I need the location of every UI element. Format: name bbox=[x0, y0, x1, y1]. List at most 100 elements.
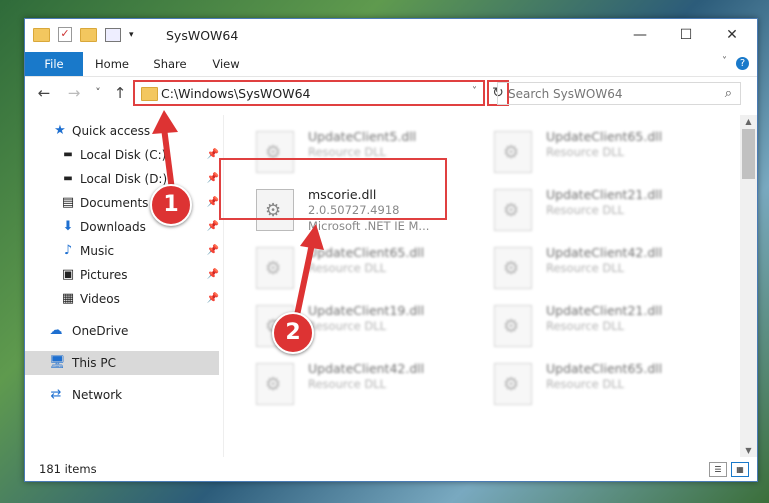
sidebar-item-label: Pictures bbox=[80, 268, 128, 282]
sidebar-item-videos[interactable]: ▦ Videos 📌 bbox=[25, 287, 219, 311]
sidebar-item-label: Downloads bbox=[80, 220, 146, 234]
videos-icon: ▦ bbox=[61, 291, 75, 306]
search-icon[interactable]: ⌕ bbox=[725, 86, 732, 101]
close-button[interactable]: ✕ bbox=[709, 19, 755, 52]
sidebar-item-local-disk-d[interactable]: ▬ Local Disk (D:) 📌 bbox=[25, 167, 219, 191]
dll-file-icon bbox=[494, 247, 532, 289]
search-input[interactable] bbox=[506, 86, 710, 102]
sidebar-item-quick-access[interactable]: ★ Quick access bbox=[25, 119, 219, 143]
vertical-scrollbar[interactable]: ▲ ▼ bbox=[740, 115, 757, 457]
pictures-icon: ▣ bbox=[61, 267, 75, 282]
expand-ribbon-icon[interactable]: ˅ bbox=[722, 56, 727, 67]
quick-access-toolbar: ✓ ▾ bbox=[33, 27, 134, 42]
scroll-up-icon[interactable]: ▲ bbox=[740, 117, 757, 126]
file-type: Resource DLL bbox=[546, 261, 625, 275]
sidebar-item-onedrive[interactable]: ☁ OneDrive bbox=[25, 319, 219, 343]
tab-file[interactable]: File bbox=[25, 52, 83, 76]
sidebar-item-label: Local Disk (C:) bbox=[80, 148, 167, 162]
network-icon: ⇄ bbox=[50, 387, 62, 402]
dll-file-icon bbox=[494, 305, 532, 347]
sidebar-item-local-disk-c[interactable]: ▬ Local Disk (C:) 📌 bbox=[25, 143, 219, 167]
tab-share[interactable]: Share bbox=[145, 52, 195, 76]
file-type: Resource DLL bbox=[546, 377, 625, 391]
window-title: SysWOW64 bbox=[166, 28, 239, 43]
sidebar-item-this-pc[interactable]: 🖥 This PC bbox=[25, 351, 219, 375]
recent-locations-button[interactable]: ˅ bbox=[89, 86, 107, 99]
ribbon-tabs: File Home Share View ˅ ? bbox=[25, 52, 757, 77]
status-bar: 181 items ☰ ▦ bbox=[25, 457, 757, 481]
music-icon: ♪ bbox=[63, 243, 73, 258]
new-folder-icon[interactable] bbox=[80, 27, 97, 42]
navigation-bar: ← → ˅ ↑ C:\Windows\SysWOW64 ˅ ↻ ⌕ bbox=[25, 77, 757, 111]
file-name: UpdateClient65.dll bbox=[308, 245, 425, 260]
scroll-thumb[interactable] bbox=[742, 129, 755, 179]
file-item[interactable]: UpdateClient21.dll Resource DLL bbox=[482, 181, 702, 237]
address-path[interactable]: C:\Windows\SysWOW64 bbox=[161, 86, 310, 101]
file-name: UpdateClient42.dll bbox=[308, 361, 425, 376]
sidebar-item-label: Videos bbox=[80, 292, 120, 306]
minimize-button[interactable]: — bbox=[617, 19, 663, 52]
folder-icon bbox=[33, 27, 50, 42]
pin-icon: 📌 bbox=[206, 197, 219, 208]
file-type: Resource DLL bbox=[546, 203, 625, 217]
file-name: UpdateClient21.dll bbox=[546, 187, 663, 202]
file-item[interactable]: UpdateClient65.dll Resource DLL bbox=[244, 239, 464, 295]
file-name: UpdateClient65.dll bbox=[546, 361, 663, 376]
file-name: UpdateClient19.dll bbox=[308, 303, 425, 318]
drive-icon: ▬ bbox=[63, 149, 73, 160]
scroll-down-icon[interactable]: ▼ bbox=[740, 446, 757, 455]
address-dropdown-icon[interactable]: ˅ bbox=[472, 86, 477, 97]
sidebar-item-downloads[interactable]: ⬇ Downloads 📌 bbox=[25, 215, 219, 239]
file-item[interactable]: UpdateClient65.dll Resource DLL bbox=[482, 355, 702, 411]
tiles-view-icon[interactable]: ▦ bbox=[731, 462, 749, 477]
sidebar-item-pictures[interactable]: ▣ Pictures 📌 bbox=[25, 263, 219, 287]
sidebar-item-music[interactable]: ♪ Music 📌 bbox=[25, 239, 219, 263]
sidebar-item-label: Network bbox=[72, 388, 123, 402]
sidebar-item-label: Quick access bbox=[72, 124, 151, 138]
dll-file-icon bbox=[494, 189, 532, 231]
sidebar-item-label: OneDrive bbox=[72, 324, 129, 338]
file-item[interactable]: UpdateClient65.dll Resource DLL bbox=[482, 123, 702, 179]
dll-file-icon bbox=[494, 363, 532, 405]
forward-button[interactable]: → bbox=[65, 84, 83, 102]
file-type: Resource DLL bbox=[546, 319, 625, 333]
maximize-button[interactable]: ☐ bbox=[663, 19, 709, 52]
help-icon[interactable]: ? bbox=[736, 57, 749, 70]
file-name: UpdateClient21.dll bbox=[546, 303, 663, 318]
file-item[interactable]: UpdateClient42.dll Resource DLL bbox=[244, 355, 464, 411]
file-item[interactable]: UpdateClient21.dll Resource DLL bbox=[482, 297, 702, 353]
file-description: Microsoft .NET IE M... bbox=[308, 219, 430, 233]
back-button[interactable]: ← bbox=[35, 84, 53, 102]
sidebar-item-label: This PC bbox=[72, 356, 116, 370]
step-marker-1: 1 bbox=[150, 184, 192, 226]
customize-toolbar-icon[interactable]: ▾ bbox=[129, 30, 134, 40]
sidebar-item-network[interactable]: ⇄ Network bbox=[25, 383, 219, 407]
download-icon: ⬇ bbox=[62, 219, 74, 234]
pin-icon: 📌 bbox=[206, 245, 219, 256]
selected-file-highlight bbox=[219, 158, 447, 220]
file-type: Resource DLL bbox=[308, 261, 387, 275]
tab-home[interactable]: Home bbox=[87, 52, 137, 76]
folder-icon bbox=[141, 87, 158, 101]
dll-file-icon bbox=[494, 131, 532, 173]
file-type: Resource DLL bbox=[546, 145, 625, 159]
file-item[interactable]: UpdateClient42.dll Resource DLL bbox=[482, 239, 702, 295]
item-count: 181 items bbox=[39, 462, 97, 476]
up-button[interactable]: ↑ bbox=[111, 84, 129, 102]
pin-icon: 📌 bbox=[206, 149, 219, 160]
navigation-pane: ★ Quick access ▬ Local Disk (C:) 📌 ▬ Loc… bbox=[25, 115, 223, 455]
file-type: Resource DLL bbox=[308, 377, 387, 391]
search-box[interactable]: ⌕ bbox=[497, 82, 741, 105]
file-name: UpdateClient65.dll bbox=[546, 129, 663, 144]
drive-icon: ▬ bbox=[63, 173, 73, 184]
pin-icon: 📌 bbox=[206, 293, 219, 304]
star-icon: ★ bbox=[54, 123, 66, 138]
address-bar[interactable]: C:\Windows\SysWOW64 ˅ bbox=[133, 80, 485, 106]
sidebar-item-label: Documents bbox=[80, 196, 149, 210]
properties-check-icon[interactable]: ✓ bbox=[58, 27, 72, 42]
tab-view[interactable]: View bbox=[201, 52, 251, 76]
view-options-icon[interactable] bbox=[105, 27, 121, 42]
step-marker-2: 2 bbox=[272, 312, 314, 354]
details-view-icon[interactable]: ☰ bbox=[709, 462, 727, 477]
pin-icon: 📌 bbox=[206, 269, 219, 280]
